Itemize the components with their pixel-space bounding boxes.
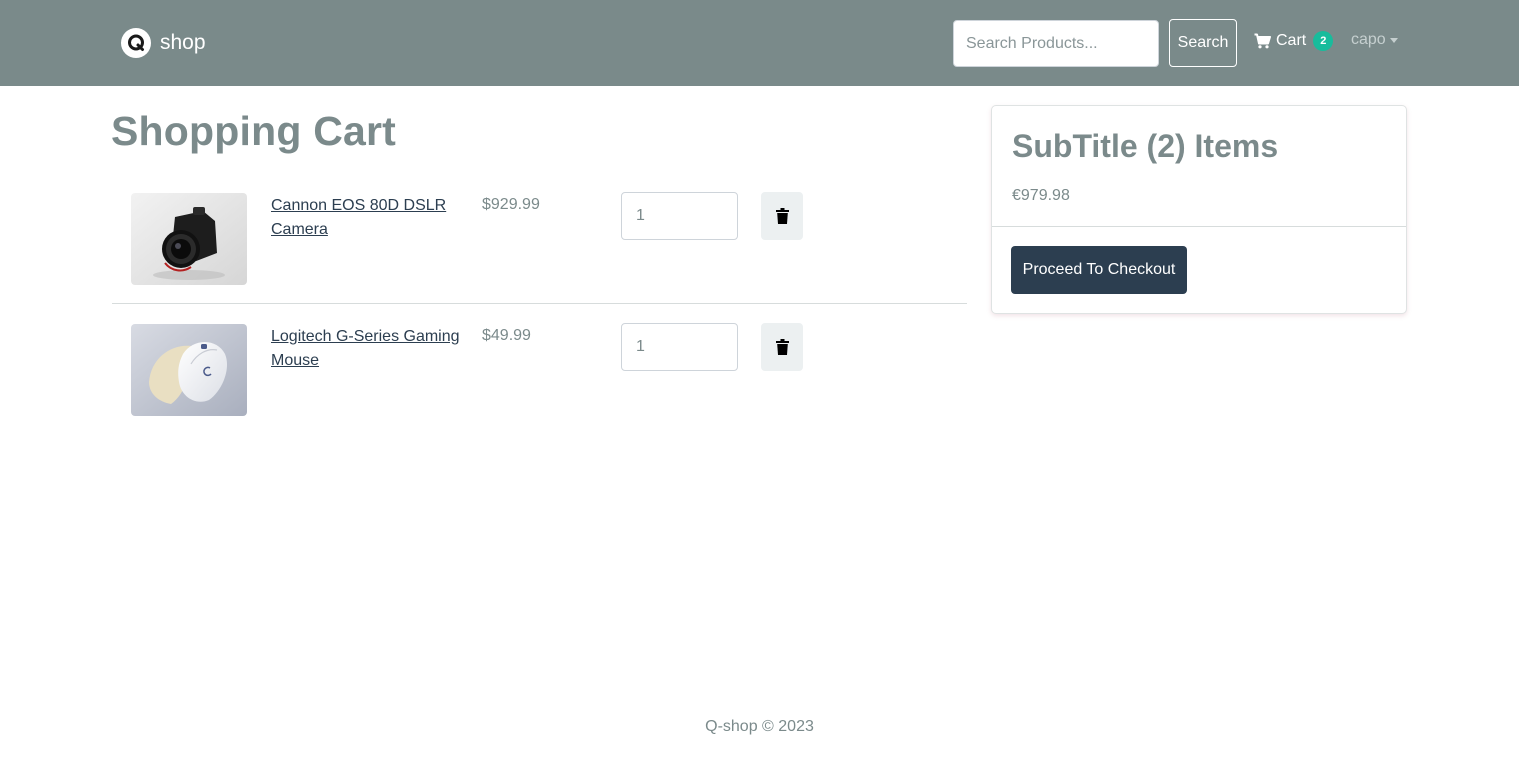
quantity-input[interactable]	[621, 323, 738, 371]
footer-copyright: Q-shop © 2023	[705, 718, 814, 735]
user-name: capo	[1351, 31, 1386, 48]
user-dropdown[interactable]: capo	[1351, 31, 1398, 49]
page-title: Shopping Cart	[111, 108, 397, 154]
navbar: shop Search Cart 2 capo	[0, 0, 1519, 86]
order-summary-card: SubTitle (2) Items €979.98 Proceed To Ch…	[991, 105, 1407, 314]
cart-item-row: Cannon EOS 80D DSLR Camera $929.99	[112, 192, 967, 304]
product-image-mouse[interactable]	[131, 324, 247, 416]
product-image-camera[interactable]	[131, 193, 247, 285]
brand-link[interactable]: shop	[121, 27, 206, 59]
caret-down-icon	[1389, 38, 1398, 43]
product-price: $929.99	[482, 196, 540, 213]
cart-item-row: Logitech G-Series Gaming Mouse $49.99	[112, 323, 967, 435]
shopping-cart-icon	[1254, 33, 1271, 49]
remove-item-button[interactable]	[761, 192, 803, 240]
cart-link[interactable]: Cart 2	[1254, 29, 1334, 53]
summary-total: €979.98	[1012, 187, 1070, 204]
cart-count-badge: 2	[1313, 31, 1334, 51]
brand-name: shop	[160, 31, 206, 54]
quantity-input[interactable]	[621, 192, 738, 240]
q-logo-icon	[121, 28, 151, 58]
summary-title: SubTitle (2) Items	[1012, 128, 1279, 164]
product-link[interactable]: Cannon EOS 80D DSLR Camera	[271, 194, 471, 242]
cart-label: Cart	[1276, 32, 1307, 49]
remove-item-button[interactable]	[761, 323, 803, 371]
search-button[interactable]: Search	[1169, 19, 1237, 67]
proceed-to-checkout-button[interactable]: Proceed To Checkout	[1011, 246, 1187, 294]
search-input[interactable]	[953, 20, 1159, 67]
product-price: $49.99	[482, 327, 531, 344]
summary-divider	[992, 226, 1406, 227]
trash-icon	[775, 339, 789, 355]
product-link[interactable]: Logitech G-Series Gaming Mouse	[271, 325, 471, 373]
trash-icon	[775, 208, 789, 224]
